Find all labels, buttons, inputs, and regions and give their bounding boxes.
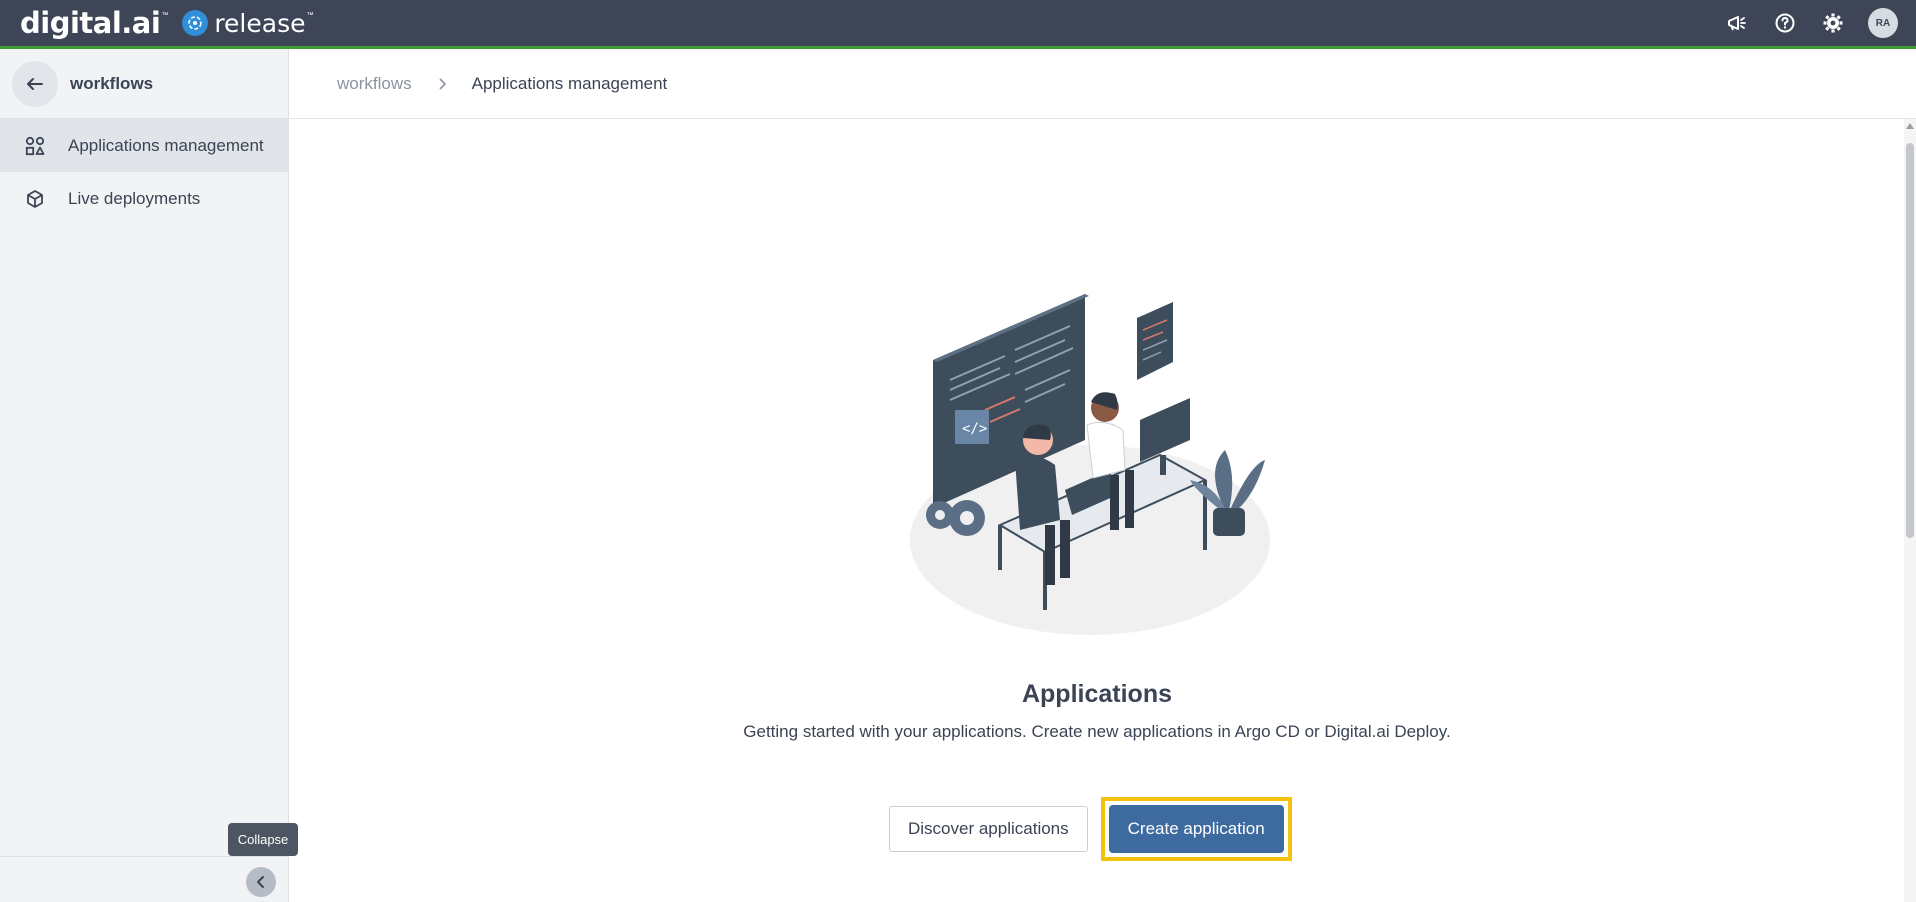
breadcrumb: workflows Applications management <box>290 49 1916 119</box>
top-navigation-bar: digital.ai ™ release ™ RA <box>0 0 1916 49</box>
empty-state-title: Applications <box>1021 680 1172 708</box>
empty-state-description: Getting started with your applications. … <box>743 722 1451 741</box>
user-avatar[interactable]: RA <box>1868 8 1898 38</box>
highlight-frame: Create application <box>1100 797 1292 861</box>
collapse-sidebar-button[interactable] <box>246 867 276 897</box>
megaphone-icon[interactable] <box>1724 10 1750 36</box>
chevron-right-icon <box>438 77 446 90</box>
help-icon[interactable] <box>1772 10 1798 36</box>
sidebar-footer <box>0 856 288 902</box>
breadcrumb-link-workflows[interactable]: workflows <box>337 74 412 94</box>
apps-grid-icon <box>24 135 46 157</box>
trademark-symbol: ™ <box>161 11 169 19</box>
release-logo-text: release <box>214 8 306 38</box>
sidebar-item-label: Live deployments <box>68 188 201 208</box>
scroll-up-arrow[interactable] <box>1906 123 1914 129</box>
discover-applications-button[interactable]: Discover applications <box>889 806 1088 852</box>
sidebar-item-live-deployments[interactable]: Live deployments <box>0 172 288 225</box>
sidebar-title: workflows <box>70 73 154 93</box>
gear-icon[interactable] <box>1820 10 1846 36</box>
collapse-tooltip: Collapse <box>228 823 298 856</box>
sidebar-header: workflows <box>0 49 288 119</box>
create-application-button[interactable]: Create application <box>1108 805 1284 853</box>
svg-text:</>: </> <box>962 421 987 437</box>
sidebar-item-applications-management[interactable]: Applications management <box>0 119 288 172</box>
release-logo-icon <box>182 10 209 36</box>
developers-illustration: </> <box>910 294 1270 635</box>
cube-icon <box>24 188 46 210</box>
chevron-left-icon <box>257 876 264 888</box>
brand-logo[interactable]: digital.ai ™ release ™ <box>20 6 313 40</box>
back-button[interactable] <box>12 60 58 107</box>
scroll-thumb[interactable] <box>1906 143 1914 538</box>
trademark-symbol: ™ <box>306 11 314 19</box>
digital-ai-logo-text: digital.ai <box>20 6 161 40</box>
breadcrumb-current: Applications management <box>471 73 668 93</box>
arrow-left-icon <box>27 77 43 90</box>
sidebar-item-label: Applications management <box>68 135 264 155</box>
empty-state-actions: Discover applications Create application <box>889 797 1292 861</box>
sidebar: workflows Applications management Live d… <box>0 49 289 902</box>
main-scrollbar[interactable] <box>1904 119 1916 902</box>
